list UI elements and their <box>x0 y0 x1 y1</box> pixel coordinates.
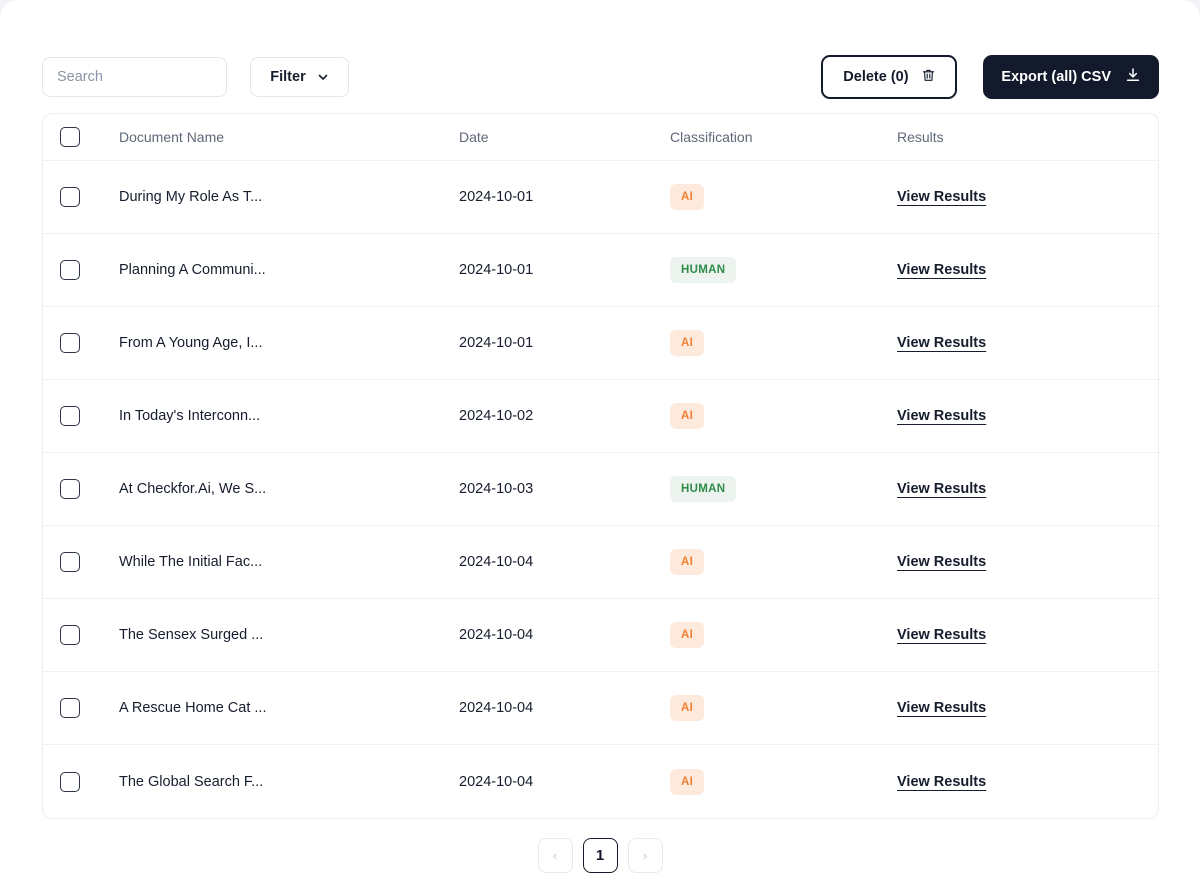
classification-badge: AI <box>670 622 704 648</box>
table-row: From A Young Age, I... 2024-10-01 AI View R… <box>43 307 1158 380</box>
row-checkbox[interactable] <box>60 698 80 718</box>
row-checkbox[interactable] <box>60 772 80 792</box>
delete-button[interactable]: Delete (0) <box>821 55 957 99</box>
row-checkbox[interactable] <box>60 552 80 572</box>
document-date: 2024-10-04 <box>459 627 533 643</box>
document-date: 2024-10-01 <box>459 189 533 205</box>
document-name: At Checkfor.Ai, We S... <box>119 481 266 497</box>
document-name: From A Young Age, I... <box>119 335 263 351</box>
classification-badge: AI <box>670 549 704 575</box>
row-checkbox[interactable] <box>60 187 80 207</box>
document-name: While The Initial Fac... <box>119 554 262 570</box>
classification-badge: AI <box>670 330 704 356</box>
table-row: The Sensex Surged ... 2024-10-04 AI View Re… <box>43 599 1158 672</box>
pagination-prev-button[interactable]: ‹ <box>538 838 573 873</box>
classification-badge: HUMAN <box>670 476 736 502</box>
table-row: The Global Search F... 2024-10-04 AI View R… <box>43 745 1158 818</box>
document-date: 2024-10-01 <box>459 335 533 351</box>
filter-dropdown[interactable]: Filter <box>250 57 349 97</box>
row-select-cell <box>43 333 119 353</box>
chevron-down-icon <box>317 71 329 83</box>
download-icon <box>1125 67 1141 87</box>
pagination-page-1[interactable]: 1 <box>583 838 618 873</box>
select-all-checkbox[interactable] <box>60 127 80 147</box>
row-select-cell <box>43 479 119 499</box>
row-checkbox[interactable] <box>60 625 80 645</box>
document-date: 2024-10-02 <box>459 408 533 424</box>
view-results-link[interactable]: View Results <box>897 408 986 424</box>
delete-button-label: Delete (0) <box>843 69 908 85</box>
view-results-link[interactable]: View Results <box>897 774 986 790</box>
view-results-link[interactable]: View Results <box>897 554 986 570</box>
row-select-cell <box>43 625 119 645</box>
table-body: During My Role As T... 2024-10-01 AI View R… <box>43 161 1158 818</box>
classification-badge: AI <box>670 184 704 210</box>
search-input[interactable] <box>42 57 227 97</box>
classification-badge: AI <box>670 403 704 429</box>
view-results-link[interactable]: View Results <box>897 481 986 497</box>
document-name: A Rescue Home Cat ... <box>119 700 266 716</box>
document-date: 2024-10-01 <box>459 262 533 278</box>
column-header-document-name[interactable]: Document Name <box>119 129 459 145</box>
row-checkbox[interactable] <box>60 479 80 499</box>
document-name: The Sensex Surged ... <box>119 627 263 643</box>
document-date: 2024-10-04 <box>459 554 533 570</box>
classification-badge: AI <box>670 769 704 795</box>
document-name: The Global Search F... <box>119 774 263 790</box>
view-results-link[interactable]: View Results <box>897 189 986 205</box>
row-select-cell <box>43 552 119 572</box>
table-row: A Rescue Home Cat ... 2024-10-04 AI View Re… <box>43 672 1158 745</box>
table-toolbar: Filter Delete (0) Export (all) CSV <box>42 56 1159 98</box>
column-header-classification[interactable]: Classification <box>670 129 897 145</box>
document-date: 2024-10-04 <box>459 774 533 790</box>
table-row: During My Role As T... 2024-10-01 AI View R… <box>43 161 1158 234</box>
view-results-link[interactable]: View Results <box>897 627 986 643</box>
export-csv-button[interactable]: Export (all) CSV <box>983 55 1159 99</box>
classification-badge: AI <box>670 695 704 721</box>
classification-badge: HUMAN <box>670 257 736 283</box>
export-button-label: Export (all) CSV <box>1001 69 1111 85</box>
row-select-cell <box>43 260 119 280</box>
pagination-next-button[interactable]: › <box>628 838 663 873</box>
documents-page: Filter Delete (0) Export (all) CSV <box>0 0 1200 886</box>
table-row: In Today's Interconn... 2024-10-02 AI View … <box>43 380 1158 453</box>
column-header-date[interactable]: Date <box>459 129 670 145</box>
row-select-cell <box>43 772 119 792</box>
document-date: 2024-10-04 <box>459 700 533 716</box>
view-results-link[interactable]: View Results <box>897 335 986 351</box>
trash-icon <box>921 68 936 87</box>
table-row: Planning A Communi... 2024-10-01 HUMAN View… <box>43 234 1158 307</box>
pagination: ‹ 1 › <box>0 838 1200 873</box>
table-row: While The Initial Fac... 2024-10-04 AI View… <box>43 526 1158 599</box>
view-results-link[interactable]: View Results <box>897 262 986 278</box>
row-checkbox[interactable] <box>60 260 80 280</box>
document-date: 2024-10-03 <box>459 481 533 497</box>
document-name: Planning A Communi... <box>119 262 266 278</box>
view-results-link[interactable]: View Results <box>897 700 986 716</box>
select-all-cell <box>43 127 119 147</box>
column-header-results[interactable]: Results <box>897 129 1158 145</box>
table-header-row: Document Name Date Classification Result… <box>43 114 1158 161</box>
row-select-cell <box>43 187 119 207</box>
row-select-cell <box>43 698 119 718</box>
row-checkbox[interactable] <box>60 406 80 426</box>
row-select-cell <box>43 406 119 426</box>
document-name: In Today's Interconn... <box>119 408 260 424</box>
documents-table: Document Name Date Classification Result… <box>42 113 1159 819</box>
table-row: At Checkfor.Ai, We S... 2024-10-03 HUMAN Vi… <box>43 453 1158 526</box>
filter-label: Filter <box>270 69 305 85</box>
document-name: During My Role As T... <box>119 189 262 205</box>
row-checkbox[interactable] <box>60 333 80 353</box>
